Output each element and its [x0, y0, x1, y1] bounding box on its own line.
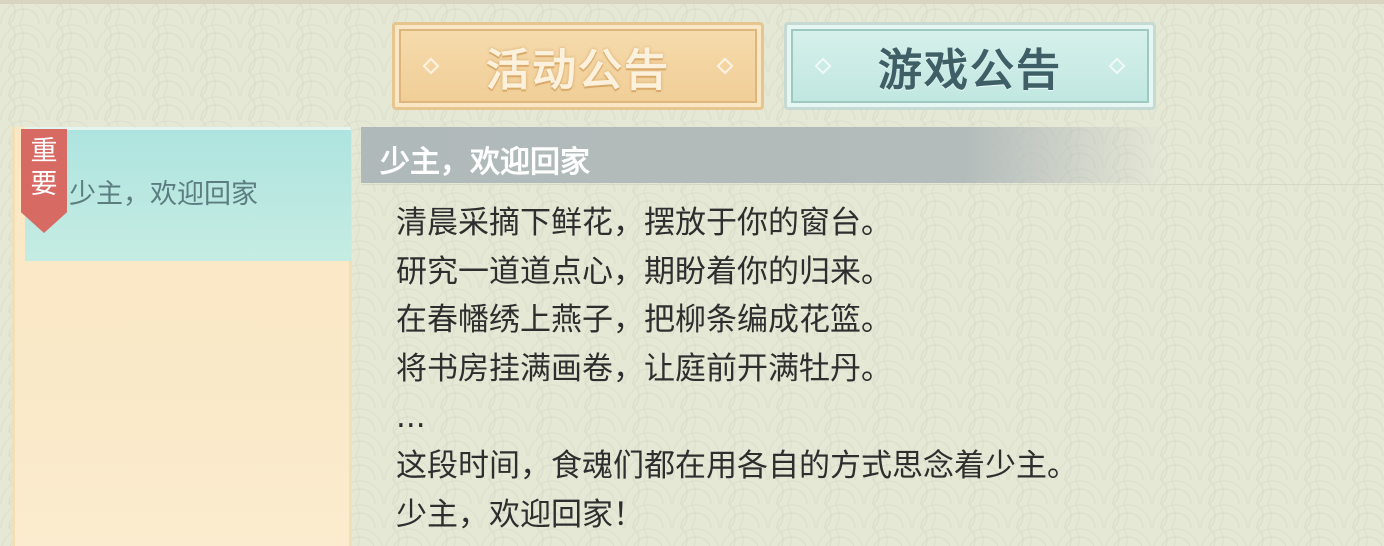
- badge-char: 要: [30, 169, 58, 200]
- notice-body-line: 在春幡绣上燕子，把柳条编成花篮。: [396, 302, 892, 339]
- notice-list-item[interactable]: 少主，欢迎回家: [25, 127, 351, 261]
- notice-list-panel: 少主，欢迎回家 重 要: [12, 127, 352, 546]
- notice-body: 清晨采摘下鲜花，摆放于你的窗台。 研究一道道点心，期盼着你的归来。 在春幡绣上燕…: [396, 199, 1346, 539]
- notice-body-line: 清晨采摘下鲜花，摆放于你的窗台。: [396, 205, 892, 241]
- tab-activity-notice[interactable]: 活动公告: [392, 22, 764, 110]
- divider: [361, 184, 1384, 185]
- top-border: [0, 0, 1384, 4]
- notice-body-line: 少主，欢迎回家！: [396, 496, 644, 533]
- tab-label: 活动公告: [486, 45, 670, 96]
- diamond-ornament-icon: [422, 57, 440, 75]
- notice-body-line: 这段时间，食魂们都在用各自的方式思念着少主。: [396, 447, 1078, 484]
- badge-char: 重: [30, 136, 58, 167]
- tab-game-notice[interactable]: 游戏公告: [784, 22, 1156, 110]
- diamond-ornament-icon: [716, 57, 734, 75]
- notice-title-bar: 少主，欢迎回家: [361, 127, 1166, 183]
- tab-label: 游戏公告: [878, 45, 1062, 96]
- important-badge: 重 要: [21, 129, 67, 233]
- notice-list-item-title: 少主，欢迎回家: [69, 179, 258, 210]
- diamond-ornament-icon: [1108, 57, 1126, 75]
- notice-title: 少主，欢迎回家: [380, 145, 590, 180]
- diamond-ornament-icon: [814, 57, 832, 75]
- notice-body-line: ...: [396, 399, 426, 436]
- notice-body-line: 将书房挂满画卷，让庭前开满牡丹。: [396, 350, 892, 387]
- notice-body-line: 研究一道道点心，期盼着你的归来。: [396, 253, 892, 290]
